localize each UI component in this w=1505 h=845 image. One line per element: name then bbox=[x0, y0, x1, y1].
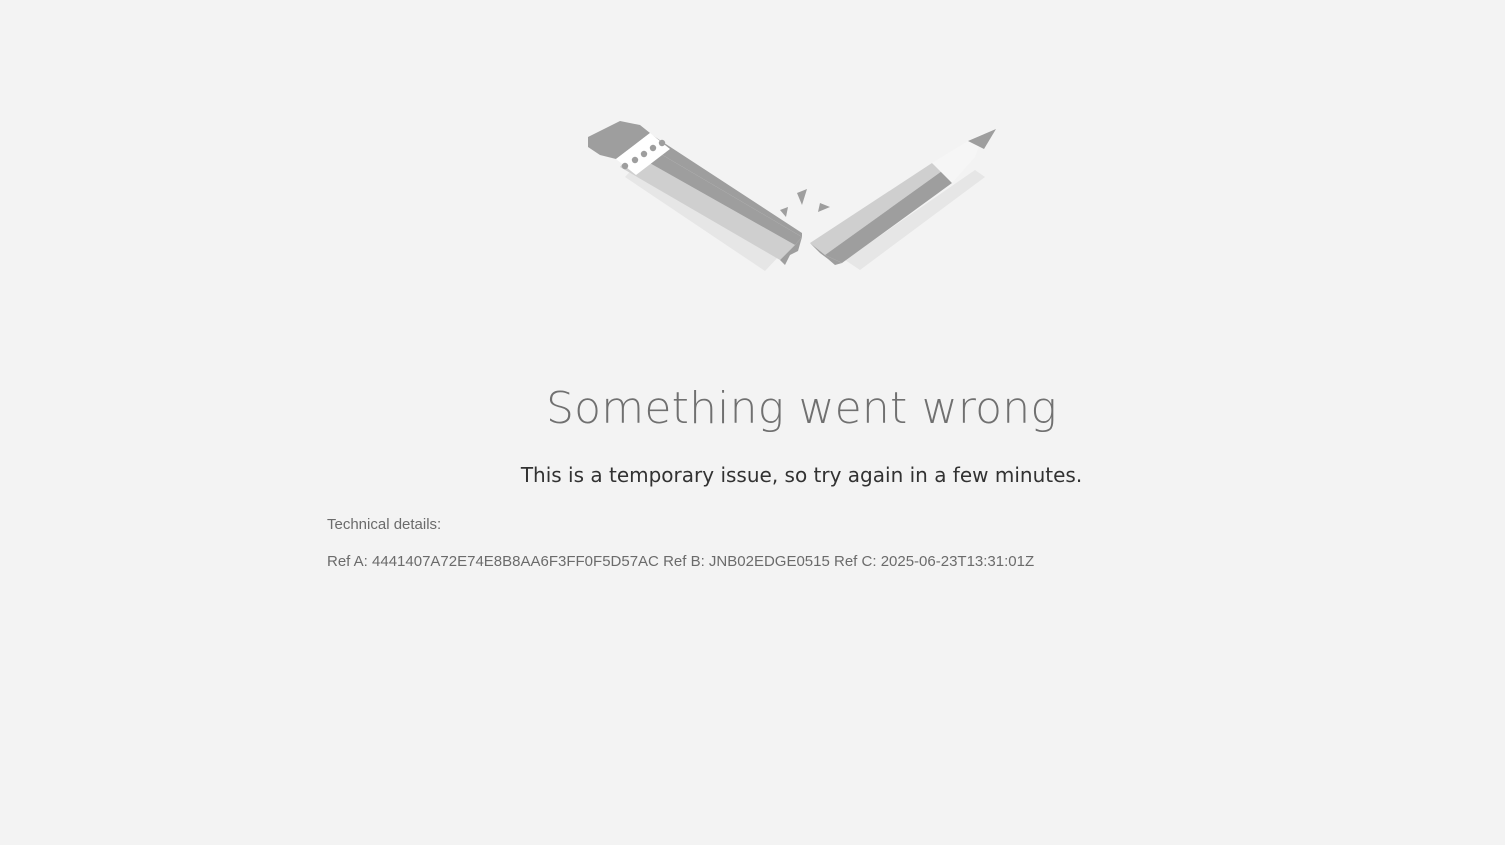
ref-c-label: Ref C: bbox=[834, 553, 877, 570]
ref-b-value: JNB02EDGE0515 bbox=[708, 553, 830, 570]
page-title: Something went wrong bbox=[546, 383, 1057, 434]
technical-details-refs: Ref A: 4441407A72E74E8B8AA6F3FF0F5D57AC … bbox=[327, 552, 1034, 572]
error-page: Something went wrong This is a temporary… bbox=[0, 0, 1505, 845]
break-spark-icon bbox=[780, 189, 830, 217]
ref-b-label: Ref B: bbox=[663, 553, 705, 570]
pencil-right-half-icon bbox=[810, 129, 996, 270]
ref-c-value: 2025-06-23T13:31:01Z bbox=[880, 553, 1035, 570]
error-message: This is a temporary issue, so try again … bbox=[520, 463, 1083, 487]
technical-details-label: Technical details: bbox=[327, 516, 442, 533]
pencil-left-half-icon bbox=[588, 121, 802, 271]
ref-a-label: Ref A: bbox=[327, 553, 368, 570]
broken-pencil-icon bbox=[588, 121, 996, 271]
ref-a-value: 4441407A72E74E8B8AA6F3FF0F5D57AC bbox=[372, 553, 659, 570]
